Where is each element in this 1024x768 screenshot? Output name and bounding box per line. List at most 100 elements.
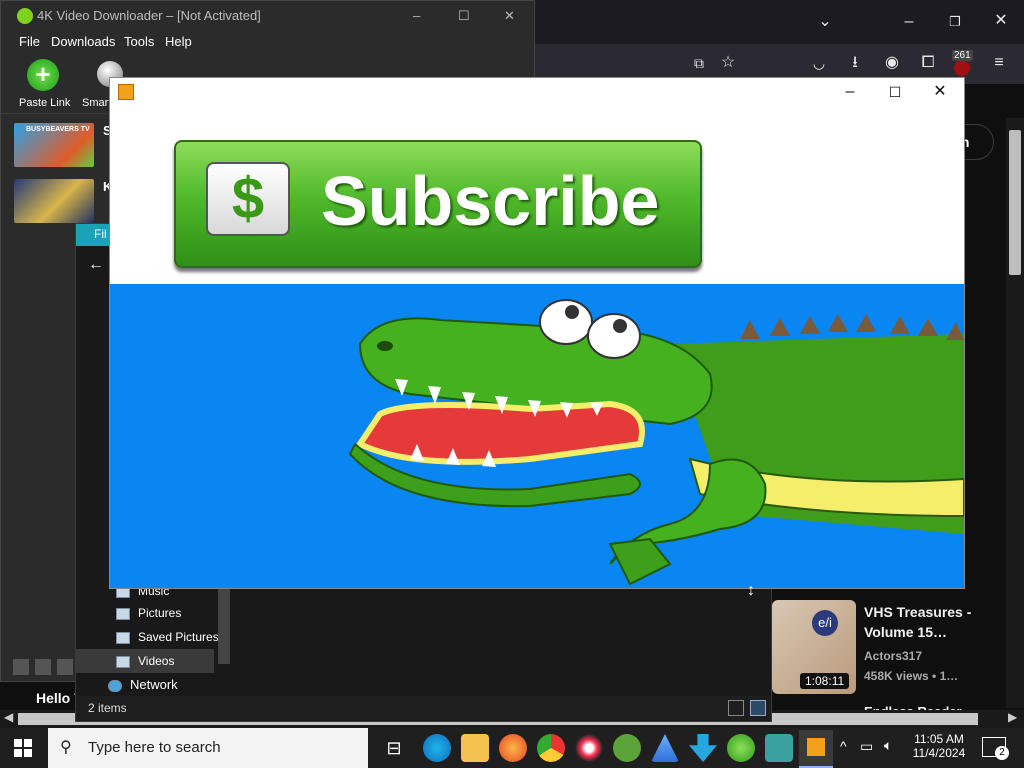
- resize-cursor-icon: ↕: [747, 582, 755, 599]
- chrome-icon[interactable]: [537, 734, 565, 762]
- player-app-icon: [118, 84, 134, 100]
- player-close-icon[interactable]: ✕: [918, 78, 962, 106]
- taskbar-search-box[interactable]: ⚲ Type here to search: [48, 728, 368, 768]
- nav-item-pictures[interactable]: Pictures: [116, 601, 181, 625]
- download-icon[interactable]: ⭳: [844, 53, 866, 75]
- file-tab[interactable]: Fil: [94, 227, 107, 241]
- windows-logo-icon: [14, 739, 22, 747]
- close-icon[interactable]: ✕: [990, 11, 1012, 33]
- pictures-folder-icon: [116, 607, 130, 620]
- nav-pane-scrollbar[interactable]: [218, 584, 230, 664]
- network-status-icon[interactable]: ▭: [860, 738, 873, 755]
- windows-taskbar: ⚲ Type here to search ⊟ ^ ▭ 🔈︎ 11:05 AM …: [0, 728, 1024, 768]
- nav-item-videos[interactable]: Videos: [76, 649, 214, 673]
- clock-time: 11:05 AM: [914, 732, 964, 746]
- bookmark-star-icon[interactable]: ☆: [717, 53, 739, 75]
- ublock-shield-icon: [954, 60, 970, 76]
- screenshot-icon[interactable]: ⧉: [688, 53, 710, 75]
- back-arrow-icon[interactable]: ←: [88, 256, 104, 274]
- video-player-window: – ☐ ✕ $ Subscribe: [110, 78, 964, 588]
- scroll-left-icon[interactable]: ◀: [4, 710, 13, 724]
- crocodile-illustration: [348, 299, 964, 586]
- clock[interactable]: 11:05 AM 11/4/2024: [904, 732, 974, 760]
- windows-logo-part: [24, 739, 32, 747]
- nav-label: Saved Pictures: [138, 630, 219, 644]
- fourk-app-icon: [17, 8, 33, 24]
- edge-icon[interactable]: [423, 734, 451, 762]
- utorrent-icon[interactable]: [613, 734, 641, 762]
- video-meta: 458K views • 1…: [864, 669, 959, 683]
- player-title-bar[interactable]: – ☐ ✕: [110, 78, 964, 106]
- page-vertical-scrollbar[interactable]: [1006, 118, 1024, 708]
- video-card-info[interactable]: VHS Treasures - Volume 15… Actors317 458…: [864, 602, 1004, 686]
- menu-help[interactable]: Help: [165, 31, 192, 53]
- clock-date: 11/4/2024: [912, 746, 966, 760]
- windows-logo-part: [24, 749, 32, 757]
- nav-label: Pictures: [138, 606, 182, 620]
- start-button[interactable]: [14, 739, 32, 757]
- fourk-title: 4K Video Downloader – [Not Activated]: [37, 8, 261, 23]
- social-links: [13, 659, 73, 675]
- download-manager-icon[interactable]: [689, 734, 717, 762]
- volume-icon[interactable]: 🔈︎: [884, 737, 892, 754]
- smart-mode-button[interactable]: Smart: [81, 57, 123, 111]
- windows-logo-part: [14, 749, 22, 757]
- app-icon[interactable]: [575, 734, 603, 762]
- subscribe-banner: $ Subscribe: [174, 140, 702, 268]
- paste-link-button[interactable]: + Paste Link: [11, 57, 77, 111]
- nav-label: Videos: [138, 654, 175, 668]
- fourk-close-icon[interactable]: ✕: [504, 1, 515, 31]
- item-count: 2 items: [88, 701, 127, 715]
- video-player-icon: [807, 738, 825, 756]
- network-icon: [108, 679, 122, 692]
- app-icon[interactable]: [651, 734, 679, 762]
- pocket-icon[interactable]: ◡: [808, 53, 830, 75]
- nav-item-saved-pictures[interactable]: Saved Pictures: [116, 625, 219, 649]
- paste-link-label: Paste Link: [19, 97, 71, 109]
- video-channel[interactable]: Actors317: [864, 646, 1004, 666]
- video-title[interactable]: VHS Treasures - Volume 15…: [864, 602, 1004, 642]
- minimize-icon[interactable]: –: [898, 12, 920, 34]
- extensions-icon[interactable]: ⧠: [917, 53, 939, 75]
- menu-hamburger-icon[interactable]: ≡: [988, 53, 1010, 75]
- player-maximize-icon[interactable]: ☐: [873, 78, 917, 106]
- firefox-icon[interactable]: [499, 734, 527, 762]
- details-view-icon[interactable]: [728, 700, 744, 716]
- player-minimize-icon[interactable]: –: [828, 78, 872, 106]
- notification-center-icon[interactable]: 2: [982, 737, 1009, 760]
- menu-tools[interactable]: Tools: [124, 31, 154, 53]
- facebook-icon[interactable]: [13, 659, 29, 675]
- restore-icon[interactable]: ❐: [944, 12, 966, 34]
- explorer-status-bar: 2 items: [76, 696, 771, 720]
- list-all-tabs-icon[interactable]: ⌄: [814, 12, 836, 34]
- scroll-right-icon[interactable]: ▶: [1008, 710, 1017, 724]
- video-frame[interactable]: [110, 284, 964, 588]
- notification-badge: 2: [995, 746, 1009, 760]
- video-duration: 1:08:11: [800, 673, 850, 689]
- fourk-title-bar[interactable]: 4K Video Downloader – [Not Activated] – …: [1, 1, 534, 31]
- twitter-icon[interactable]: [35, 659, 51, 675]
- search-placeholder: Type here to search: [88, 739, 221, 756]
- task-view-icon[interactable]: ⊟: [380, 734, 408, 762]
- fourk-minimize-icon[interactable]: –: [413, 1, 420, 31]
- scrollbar-thumb[interactable]: [1009, 130, 1021, 275]
- fourk-maximize-icon[interactable]: ☐: [458, 1, 470, 31]
- dollar-icon: $: [206, 162, 290, 236]
- large-icons-view-icon[interactable]: [750, 700, 766, 716]
- app-icon[interactable]: [765, 734, 793, 762]
- fourk-taskbar-icon[interactable]: [727, 734, 755, 762]
- videos-folder-icon: [116, 655, 130, 668]
- ublock-extension[interactable]: 261: [950, 50, 974, 78]
- youtube-icon[interactable]: [57, 659, 73, 675]
- fourk-menubar: File Downloads Tools Help: [1, 31, 534, 53]
- smart-mode-label: Smart: [82, 97, 112, 109]
- menu-downloads[interactable]: Downloads: [51, 31, 115, 53]
- nav-item-network[interactable]: Network: [108, 673, 178, 697]
- saved-pictures-folder-icon: [116, 631, 130, 644]
- nav-label: Network: [130, 677, 178, 692]
- account-icon[interactable]: ◉: [881, 53, 903, 75]
- menu-file[interactable]: File: [19, 31, 40, 53]
- show-hidden-icons[interactable]: ^: [840, 738, 847, 754]
- file-explorer-icon[interactable]: [461, 734, 489, 762]
- video-player-taskbar-button[interactable]: [799, 730, 833, 768]
